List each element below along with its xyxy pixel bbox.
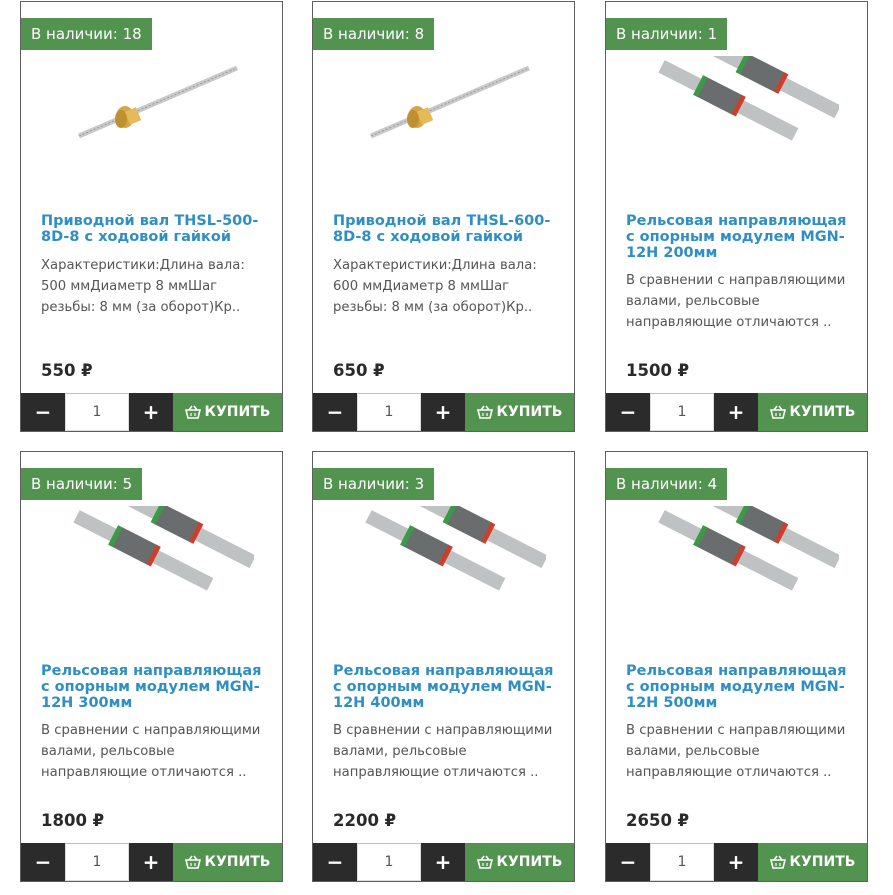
product-description: В сравнении с направляющими валами, рель… — [333, 723, 553, 780]
product-price: 2200 ₽ — [333, 811, 397, 830]
basket-icon — [476, 405, 493, 419]
quantity-input[interactable] — [357, 843, 421, 881]
cart-actions: − + КУПИТЬ — [313, 393, 574, 431]
quantity-input[interactable] — [65, 843, 129, 881]
cart-actions: − + КУПИТЬ — [606, 843, 867, 881]
increase-quantity-button[interactable]: + — [714, 843, 758, 881]
stock-badge: В наличии: 3 — [313, 468, 435, 500]
buy-label: КУПИТЬ — [204, 404, 271, 420]
quantity-input[interactable] — [357, 393, 421, 431]
product-description: Характеристики:Длина вала: 600 ммДиаметр… — [333, 258, 537, 315]
decrease-quantity-button[interactable]: − — [606, 393, 650, 431]
linear-rail-image[interactable] — [636, 506, 839, 632]
cart-actions: − + КУПИТЬ — [21, 843, 282, 881]
product-description: В сравнении с направляющими валами, рель… — [626, 723, 846, 780]
stock-badge: В наличии: 4 — [606, 468, 728, 500]
product-description: Характеристики:Длина вала: 500 ммДиаметр… — [41, 258, 245, 315]
product-description: В сравнении с направляющими валами, рель… — [626, 273, 846, 330]
buy-label: КУПИТЬ — [789, 404, 856, 420]
increase-quantity-button[interactable]: + — [129, 393, 173, 431]
buy-button[interactable]: КУПИТЬ — [465, 843, 574, 881]
product-title[interactable]: Рельсовая направляющая с опорным модулем… — [41, 663, 266, 711]
buy-label: КУПИТЬ — [789, 854, 856, 870]
stock-badge: В наличии: 8 — [313, 18, 435, 50]
product-card: В наличии: 3 Рельсовая направляющая с оп… — [312, 451, 575, 882]
product-title[interactable]: Приводной вал THSL-500-8D-8 с ходовой га… — [41, 213, 266, 245]
product-price: 650 ₽ — [333, 361, 385, 380]
basket-icon — [184, 855, 201, 869]
buy-button[interactable]: КУПИТЬ — [758, 393, 867, 431]
product-price: 2650 ₽ — [626, 811, 690, 830]
product-title[interactable]: Рельсовая направляющая с опорным модулем… — [626, 663, 851, 711]
product-price: 1500 ₽ — [626, 361, 690, 380]
lead-screw-image[interactable] — [343, 56, 546, 182]
product-card: В наличии: 4 Рельсовая направляющая с оп… — [605, 451, 868, 882]
basket-icon — [769, 405, 786, 419]
cart-actions: − + КУПИТЬ — [313, 843, 574, 881]
product-card: В наличии: 5 Рельсовая направляющая с оп… — [20, 451, 283, 882]
quantity-input[interactable] — [650, 843, 714, 881]
stock-badge: В наличии: 1 — [606, 18, 728, 50]
quantity-input[interactable] — [65, 393, 129, 431]
stock-badge: В наличии: 5 — [21, 468, 143, 500]
decrease-quantity-button[interactable]: − — [21, 393, 65, 431]
buy-button[interactable]: КУПИТЬ — [465, 393, 574, 431]
product-price: 550 ₽ — [41, 361, 93, 380]
product-card: В наличии: 1 Рельсовая направляющая с оп… — [605, 1, 868, 432]
quantity-input[interactable] — [650, 393, 714, 431]
buy-label: КУПИТЬ — [496, 854, 563, 870]
product-card: В наличии: 18 Приводной вал THSL-500-8D-… — [20, 1, 283, 432]
increase-quantity-button[interactable]: + — [714, 393, 758, 431]
linear-rail-image[interactable] — [51, 506, 254, 632]
lead-screw-image[interactable] — [51, 56, 254, 182]
product-title[interactable]: Приводной вал THSL-600-8D-8 с ходовой га… — [333, 213, 558, 245]
increase-quantity-button[interactable]: + — [421, 393, 465, 431]
decrease-quantity-button[interactable]: − — [21, 843, 65, 881]
increase-quantity-button[interactable]: + — [129, 843, 173, 881]
stock-badge: В наличии: 18 — [21, 18, 152, 50]
product-card: В наличии: 8 Приводной вал THSL-600-8D-8… — [312, 1, 575, 432]
basket-icon — [769, 855, 786, 869]
basket-icon — [184, 405, 201, 419]
cart-actions: − + КУПИТЬ — [21, 393, 282, 431]
linear-rail-image[interactable] — [343, 506, 546, 632]
buy-button[interactable]: КУПИТЬ — [758, 843, 867, 881]
decrease-quantity-button[interactable]: − — [606, 843, 650, 881]
basket-icon — [476, 855, 493, 869]
increase-quantity-button[interactable]: + — [421, 843, 465, 881]
linear-rail-image[interactable] — [636, 56, 839, 182]
decrease-quantity-button[interactable]: − — [313, 843, 357, 881]
buy-label: КУПИТЬ — [496, 404, 563, 420]
buy-button[interactable]: КУПИТЬ — [173, 843, 282, 881]
cart-actions: − + КУПИТЬ — [606, 393, 867, 431]
buy-label: КУПИТЬ — [204, 854, 271, 870]
decrease-quantity-button[interactable]: − — [313, 393, 357, 431]
product-title[interactable]: Рельсовая направляющая с опорным модулем… — [626, 213, 851, 261]
buy-button[interactable]: КУПИТЬ — [173, 393, 282, 431]
product-description: В сравнении с направляющими валами, рель… — [41, 723, 261, 780]
product-title[interactable]: Рельсовая направляющая с опорным модулем… — [333, 663, 558, 711]
product-price: 1800 ₽ — [41, 811, 105, 830]
